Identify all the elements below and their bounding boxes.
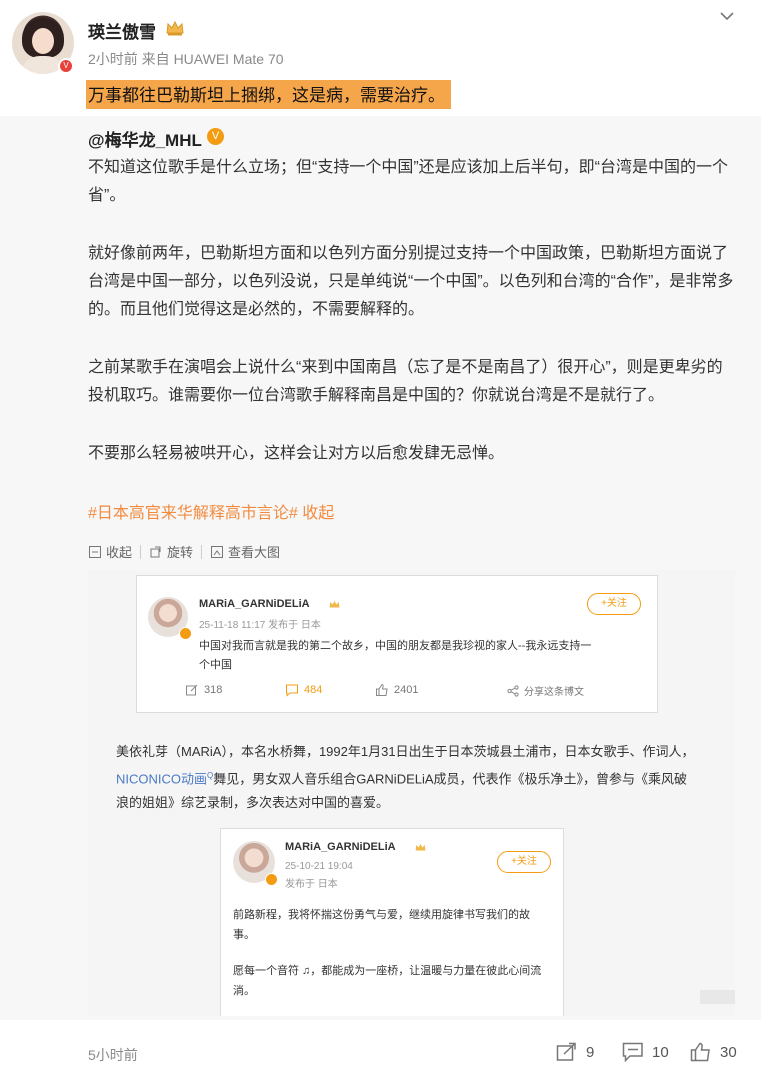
bio-link: NICONICO动画 (116, 771, 208, 787)
view-large-image-button[interactable]: 查看大图 (210, 542, 280, 561)
bio-part: 美依礼芽（MARiA），本名水桥舞，1992年1月31日出生于日本茨城县土浦市，… (116, 744, 695, 759)
rotate-image-button[interactable]: 旋转 (149, 542, 193, 561)
comment-count: 484 (304, 684, 323, 696)
card-location: 发布于 日本 (285, 879, 338, 890)
like-count: 2401 (394, 684, 419, 696)
retweet-box: @梅华龙_MHL V 不知道这位歌手是什么立场；但“支持一个中国”还是应该加上后… (0, 116, 761, 1020)
collapse-icon (89, 545, 101, 558)
embedded-weibo-card: MARiA_GARNiDELiA 25-10-21 19:04 发布于 日本 +… (220, 828, 564, 1016)
repost-icon (186, 684, 198, 696)
comment-icon (622, 1042, 643, 1062)
image-toolbar: 收起 旋转 查看大图 (88, 542, 280, 561)
retweet-paragraph: 之前某歌手在演唱会上说什么“来到中国南昌（忘了是不是南昌了）很开心”，则是更卑劣… (88, 359, 723, 404)
crown-icon (166, 20, 184, 36)
retweet-paragraph: 不知道这位歌手是什么立场；但“支持一个中国”还是应该加上后半句，即“台湾是中国的… (88, 159, 728, 204)
hashtag-line: #日本高官来华解释高市言论# 收起 (88, 499, 334, 523)
card-author: MARiA_GARNiDELiA (285, 841, 396, 853)
like-stat: 2401 (375, 683, 418, 697)
embedded-image[interactable]: MARiA_GARNiDELiA 25-11-18 11:17 发布于 日本 +… (88, 570, 735, 1016)
view-large-icon (211, 545, 224, 558)
chevron-down-icon[interactable] (717, 6, 737, 26)
card-actions: 318 484 2401 分享这条博文 (137, 576, 657, 712)
share-icon (507, 684, 519, 697)
comment-icon (286, 684, 298, 697)
repost-count: 318 (204, 684, 223, 696)
retweet-paragraph: 不要那么轻易被哄开心，这样会让对方以后愈发肆无忌惮。 (88, 445, 505, 462)
divider (140, 544, 142, 559)
retweet-author[interactable]: @梅华龙_MHL (88, 126, 202, 151)
comment-button[interactable]: 10 (622, 1042, 669, 1062)
rotate-icon (150, 546, 161, 557)
post-footer: 5小时前 9 10 30 (0, 1020, 761, 1075)
post-header: V 瑛兰傲雪 2小时前 来自 HUAWEI Mate 70 万事都往巴勒斯坦上捆… (0, 0, 761, 116)
verified-badge-icon (265, 873, 278, 886)
bio-text: 美依礼芽（MARiA），本名水桥舞，1992年1月31日出生于日本茨城县土浦市，… (116, 744, 695, 811)
divider (201, 544, 203, 559)
like-count: 30 (720, 1043, 737, 1061)
like-icon (376, 683, 388, 696)
post-meta: 2小时前 来自 HUAWEI Mate 70 (88, 51, 284, 67)
footer-time: 5小时前 (88, 1047, 138, 1063)
crown-icon (415, 843, 426, 851)
hashtag-link[interactable]: #日本高官来华解释高市言论# (88, 505, 298, 522)
comment-count: 10 (652, 1043, 669, 1061)
avatar-face (32, 28, 54, 54)
post-text: 万事都往巴勒斯坦上捆绑，这是病，需要治疗。 (86, 80, 451, 109)
card-text: 前路新程，我将怀揣这份勇气与爱，继续用旋律书写我们的故事。 (233, 909, 530, 941)
share-stat: 分享这条博文 (507, 683, 584, 698)
share-label: 分享这条博文 (524, 687, 584, 698)
repost-icon (556, 1042, 576, 1061)
embedded-weibo-card: MARiA_GARNiDELiA 25-11-18 11:17 发布于 日本 +… (136, 575, 658, 713)
post-author[interactable]: 瑛兰傲雪 (88, 18, 156, 43)
comment-stat: 484 (285, 683, 322, 697)
card-date: 25-10-21 19:04 (285, 861, 353, 872)
card-text: 愿每一个音符 ♫，都能成为一座桥，让温暖与力量在彼此心间流淌。 (233, 965, 542, 997)
collapse-image-label: 收起 (106, 545, 133, 560)
like-button[interactable]: 30 (690, 1042, 737, 1062)
rotate-image-label: 旋转 (167, 545, 194, 560)
repost-stat: 318 (185, 683, 222, 697)
collapse-link[interactable]: 收起 (302, 505, 334, 522)
like-icon (690, 1042, 710, 1062)
repost-button[interactable]: 9 (556, 1042, 594, 1062)
collapse-image-button[interactable]: 收起 (88, 542, 132, 561)
follow-button: +关注 (497, 851, 551, 873)
verified-badge-icon: V (58, 58, 74, 74)
watermark-strip (700, 990, 735, 1004)
view-large-image-label: 查看大图 (228, 545, 281, 560)
repost-count: 9 (586, 1043, 595, 1061)
retweet-paragraph: 就好像前两年，巴勒斯坦方面和以色列方面分别提过支持一个中国政策，巴勒斯坦方面说了… (88, 245, 734, 318)
verified-badge-icon: V (207, 128, 224, 145)
